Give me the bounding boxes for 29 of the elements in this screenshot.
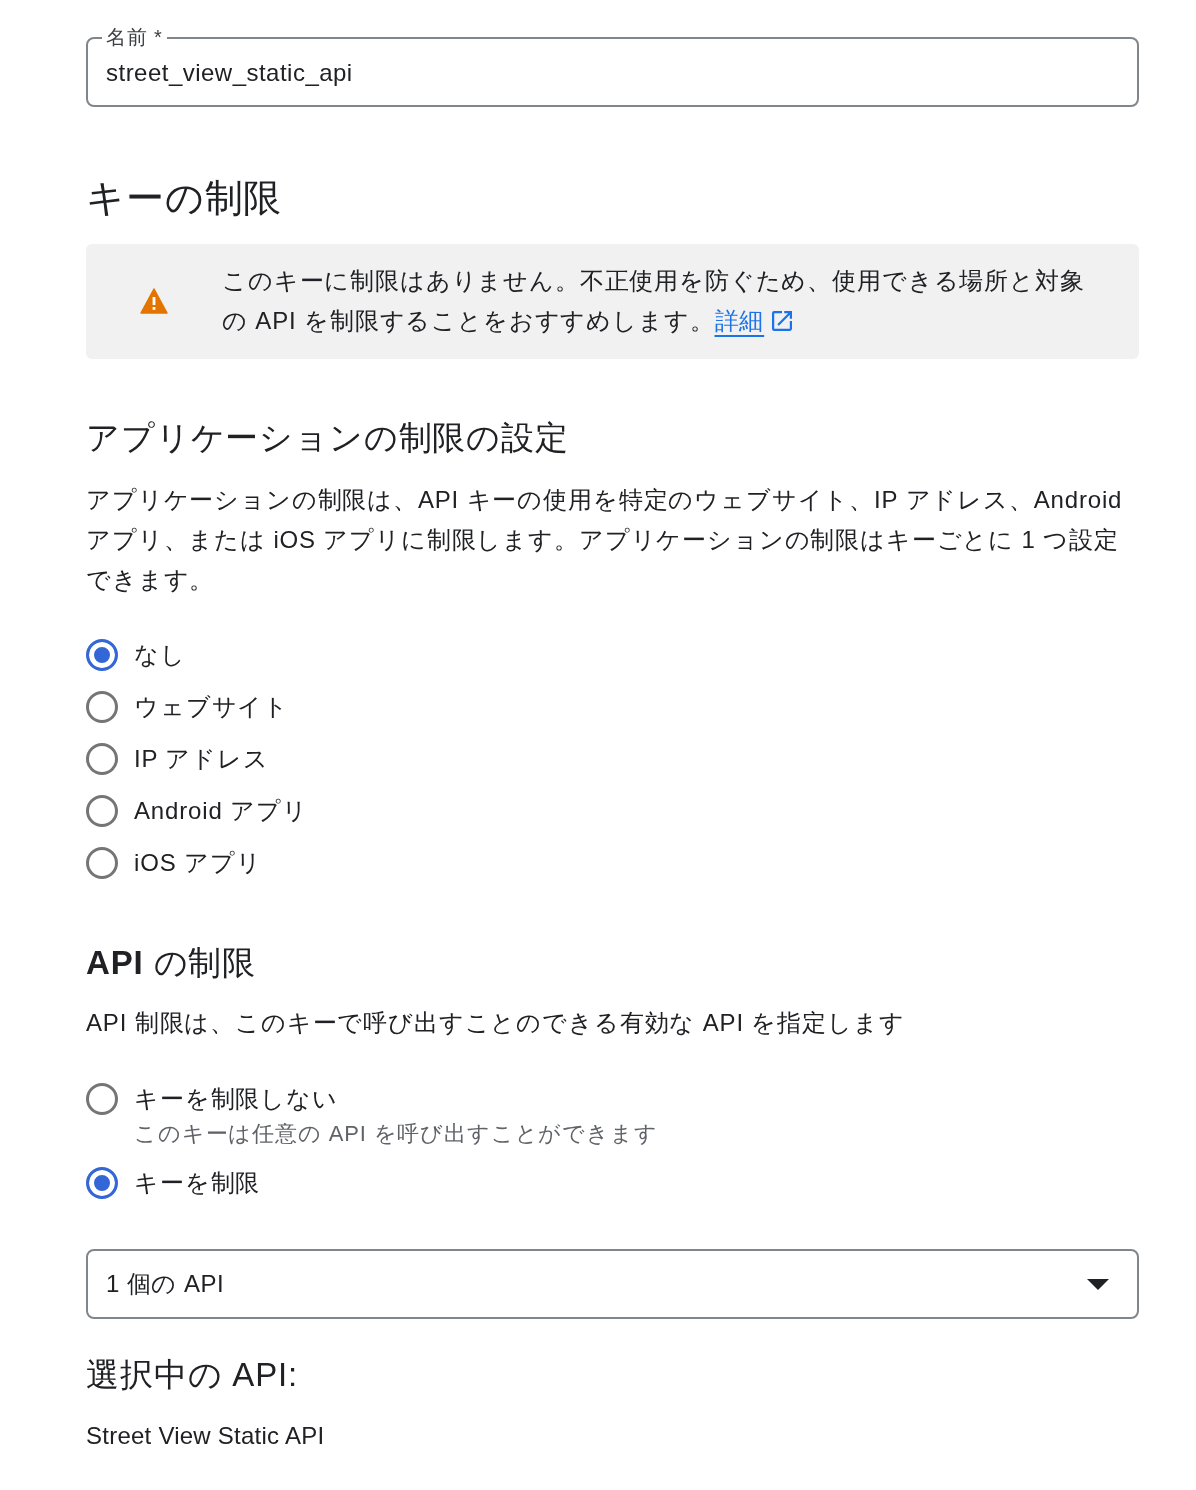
section-description: API 制限は、このキーで呼び出すことのできる有効な API を指定します: [86, 1008, 906, 1038]
section-description: アプリケーションの制限は、API キーの使用を特定のウェブサイト、IP アドレス、Android アプリ、または iOS アプリに制限します。アプリケーションの制限はキーごとに 1 つ設定できます。: [86, 485, 1124, 595]
radio-label[interactable]: IP アドレス: [134, 743, 269, 775]
external-link-icon: [772, 311, 793, 331]
radio-button[interactable]: [86, 1083, 118, 1115]
api-name: Street View Static API: [86, 1421, 326, 1451]
radio-button[interactable]: [86, 795, 118, 827]
radio-button[interactable]: [86, 847, 118, 879]
section-heading: アプリケーションの制限の設定: [86, 418, 570, 458]
radio-button[interactable]: [86, 691, 118, 723]
radio-label[interactable]: iOS アプリ: [134, 847, 262, 879]
radio-label[interactable]: なし: [134, 639, 186, 671]
caret-icon: [1087, 1278, 1109, 1290]
field-label: 名前 *: [102, 25, 167, 49]
warning-icon: [140, 288, 168, 314]
radio-button[interactable]: [86, 1167, 118, 1199]
warning-message: このキーに制限はありません。不正使用を防ぐため、使用できる場所と対象の API を制限することをおすすめします。詳細: [222, 266, 1086, 336]
section-heading: キーの制限: [86, 176, 284, 221]
api-select-dropdown[interactable]: 1 個の API: [86, 1249, 1139, 1319]
radio-button[interactable]: [86, 743, 118, 775]
radio-label[interactable]: ウェブサイト: [134, 691, 290, 723]
radio-label[interactable]: キーを制限しない: [134, 1083, 338, 1115]
section-heading: API の制限: [86, 943, 258, 983]
section-heading: 選択中の API:: [86, 1355, 300, 1395]
details-link[interactable]: 詳細: [714, 307, 793, 334]
radio-label[interactable]: キーを制限: [134, 1167, 261, 1199]
option-hint: このキーは任意の API を呼び出すことができます: [133, 1120, 659, 1148]
radio-button[interactable]: [86, 639, 118, 671]
radio-label[interactable]: Android アプリ: [134, 795, 308, 827]
